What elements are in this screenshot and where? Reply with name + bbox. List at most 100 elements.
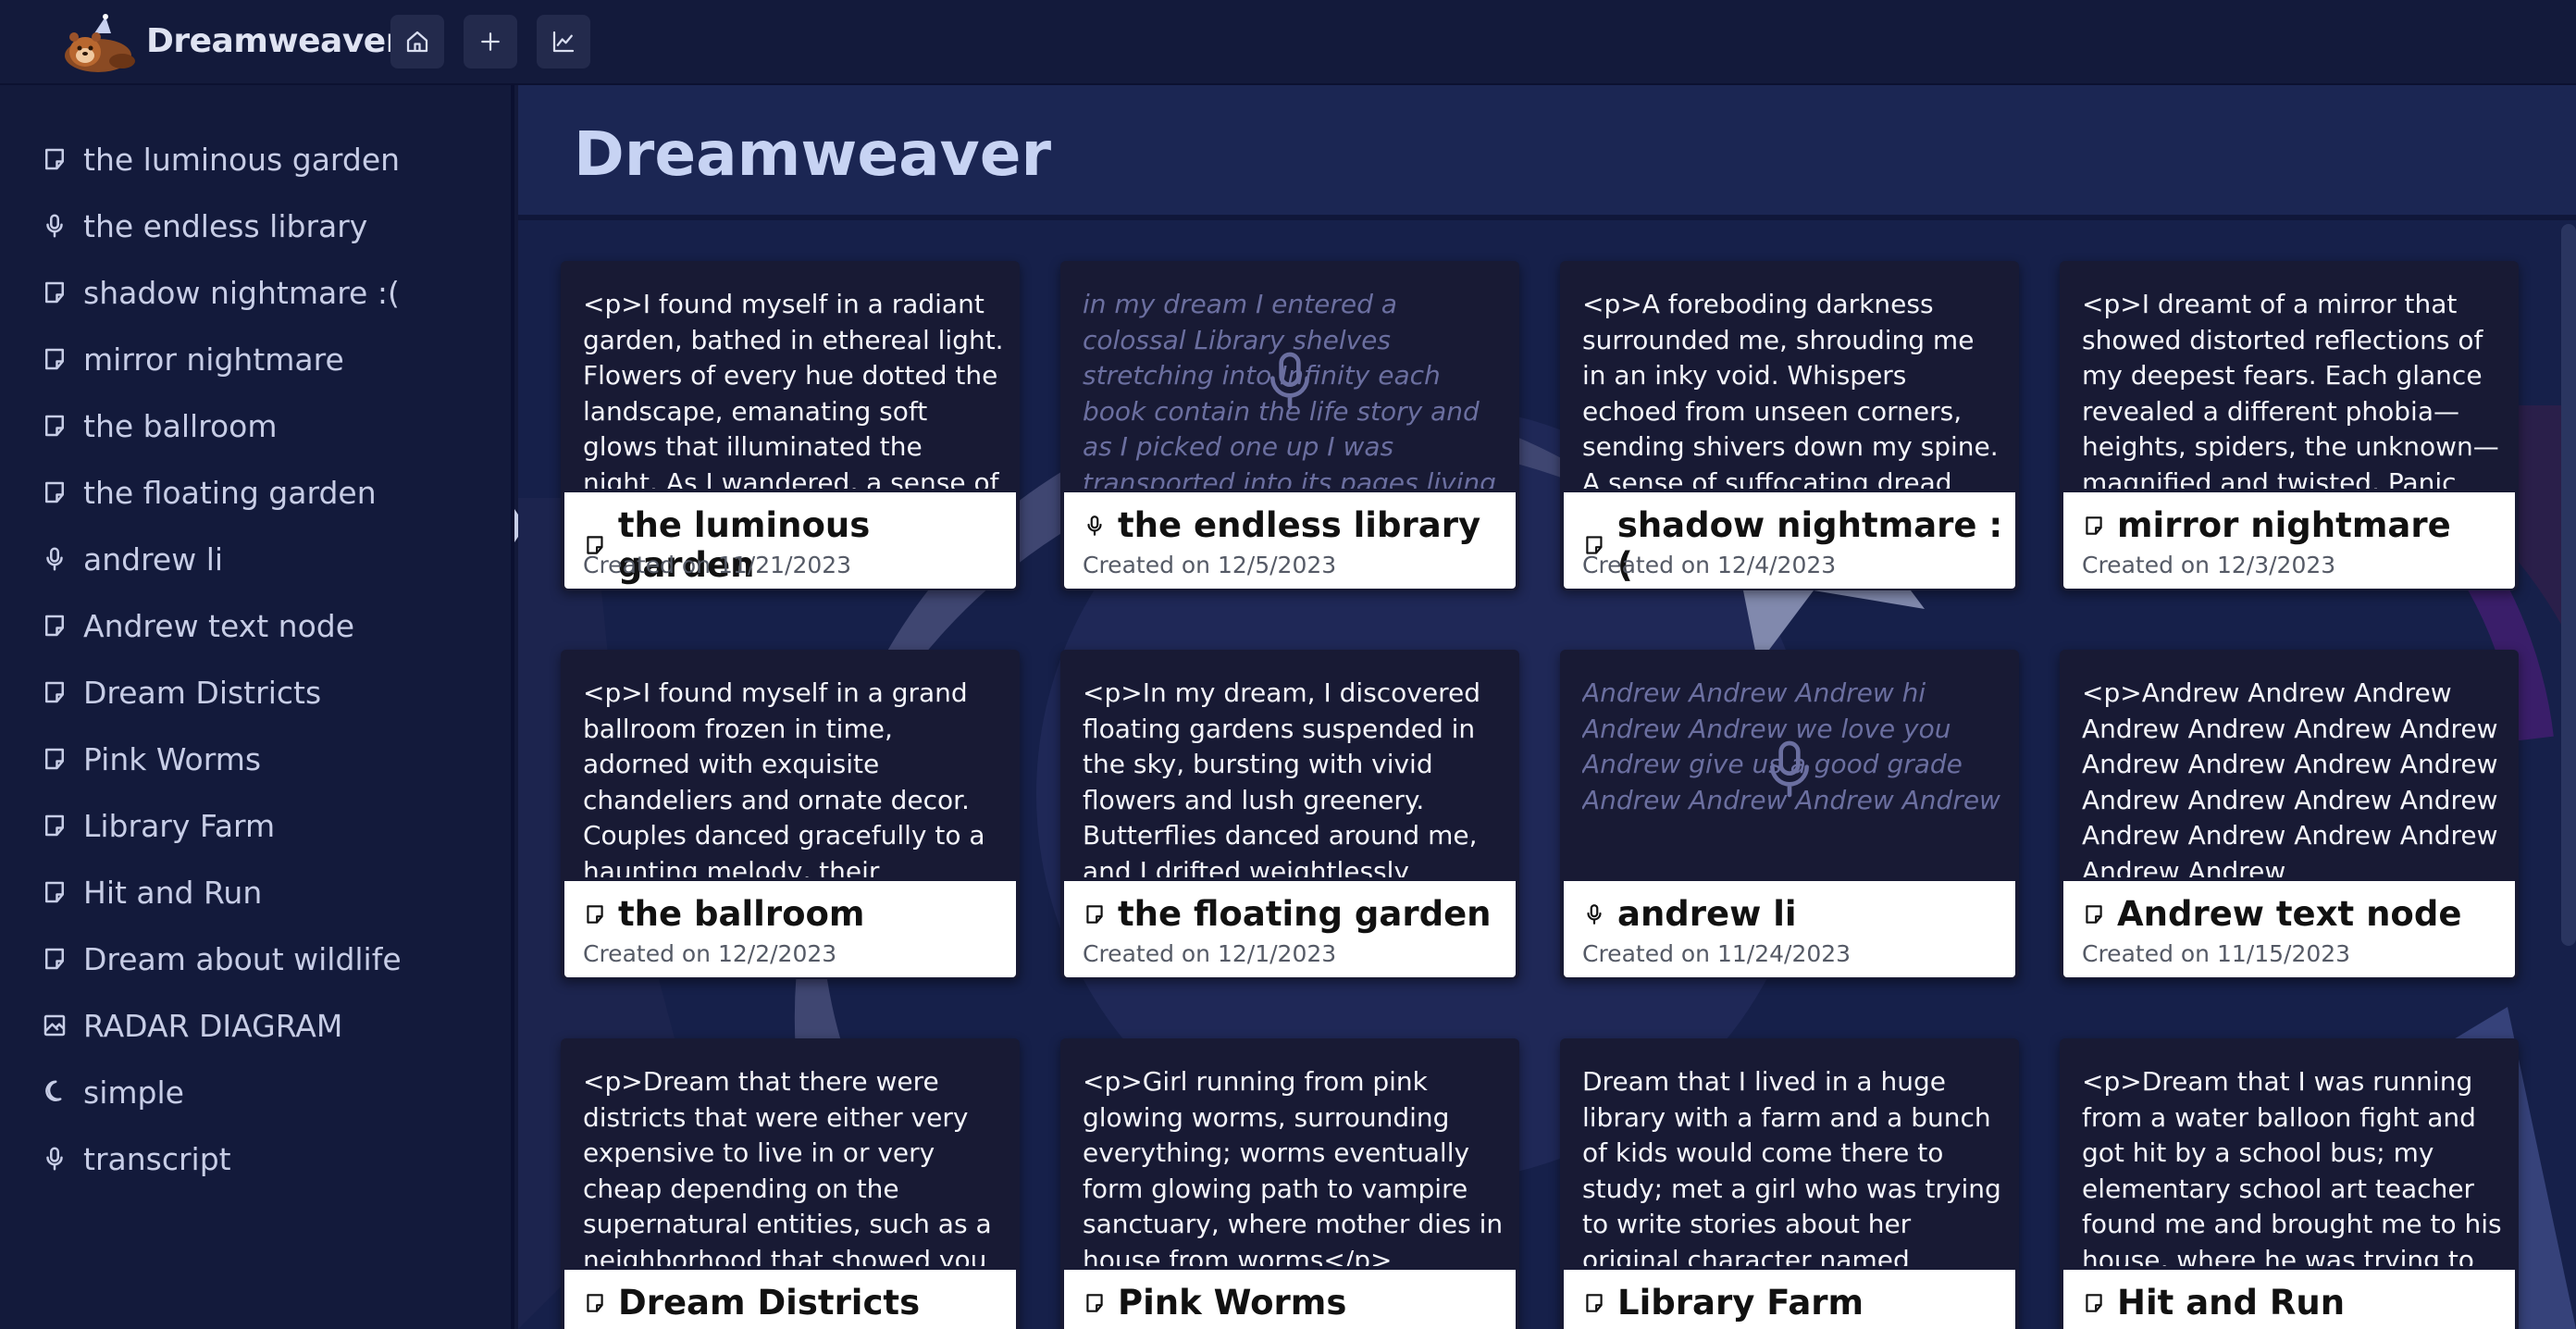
- card-title: the endless library: [1118, 505, 1481, 545]
- note-icon: [45, 281, 64, 304]
- card-title-row: the ballroom: [583, 894, 864, 934]
- app-name: Dreamweaver: [146, 22, 402, 60]
- dream-card[interactable]: <p>In my dream, I discovered floating ga…: [1060, 650, 1519, 979]
- card-created-date: Created on 11/24/2023: [1582, 940, 1852, 967]
- scrollbar[interactable]: [2561, 224, 2576, 946]
- card-created-date: Created on 11/15/2023: [2082, 940, 2351, 967]
- sidebar-item[interactable]: Library Farm: [41, 800, 485, 851]
- note-icon: [587, 904, 603, 924]
- sidebar-item-label: Hit and Run: [83, 874, 263, 911]
- sidebar-item[interactable]: Pink Worms: [41, 733, 485, 785]
- page-header: Dreamweaver: [518, 85, 2576, 220]
- sidebar-item-label: Pink Worms: [83, 740, 262, 777]
- card-preview-text: <p>I found myself in a grand ballroom fr…: [583, 677, 985, 877]
- card-footer: andrew li Created on 11/24/2023: [1564, 881, 2015, 977]
- add-dream-button[interactable]: [464, 15, 517, 68]
- card-created-date: Created on 12/1/2023: [1083, 940, 1337, 967]
- sidebar-item[interactable]: transcript: [41, 1133, 485, 1185]
- sidebar-item[interactable]: Hit and Run: [41, 866, 485, 918]
- mic-icon: [1087, 515, 1102, 536]
- note-icon: [45, 415, 64, 437]
- card-title: Andrew text node: [2117, 894, 2462, 934]
- card-title: Hit and Run: [2117, 1283, 2346, 1323]
- card-footer: mirror nightmare Created on 12/3/2023: [2063, 492, 2515, 589]
- note-icon: [45, 615, 64, 637]
- sidebar-item[interactable]: RADAR DIAGRAM: [41, 1000, 485, 1051]
- dream-card[interactable]: <p>Dream that there were districts that …: [561, 1038, 1020, 1329]
- beaver-logo[interactable]: [57, 13, 139, 74]
- sidebar-item-label: the floating garden: [83, 474, 377, 511]
- dream-card[interactable]: <p>A foreboding darkness surrounded me, …: [1560, 261, 2019, 590]
- card-preview-text: <p>In my dream, I discovered floating ga…: [1083, 677, 1480, 877]
- dream-card[interactable]: <p>Girl running from pink glowing worms,…: [1060, 1038, 1519, 1329]
- note-icon: [1586, 1293, 1603, 1312]
- sidebar-item[interactable]: Dream Districts: [41, 666, 485, 718]
- sidebar-item[interactable]: mirror nightmare: [41, 333, 485, 385]
- sidebar-item-label: Dream Districts: [83, 674, 322, 711]
- card-title-row: Hit and Run: [2082, 1283, 2345, 1323]
- home-button[interactable]: [390, 15, 444, 68]
- sidebar-item-label: mirror nightmare: [83, 341, 344, 378]
- top-bar: Dreamweaver: [0, 0, 2576, 85]
- card-title: Pink Worms: [1118, 1283, 1347, 1323]
- card-title-row: the floating garden: [1083, 894, 1492, 934]
- card-footer: the floating garden Created on 12/1/2023: [1064, 881, 1516, 977]
- card-footer: Dream Districts: [564, 1270, 1016, 1329]
- card-title: mirror nightmare: [2117, 505, 2451, 545]
- note-icon: [2086, 515, 2102, 535]
- dream-card[interactable]: <p>I found myself in a radiant garden, b…: [561, 261, 1020, 590]
- note-icon: [45, 881, 64, 903]
- card-title-row: Andrew text node: [2082, 894, 2461, 934]
- card-created-date: Created on 12/3/2023: [2082, 552, 2336, 578]
- card-footer: Hit and Run: [2063, 1270, 2515, 1329]
- card-title: the floating garden: [1118, 894, 1492, 934]
- sidebar-item[interactable]: the ballroom: [41, 400, 485, 452]
- sidebar-item[interactable]: shadow nightmare :(: [41, 267, 485, 318]
- sidebar-item-label: the ballroom: [83, 407, 278, 444]
- dream-card[interactable]: Andrew Andrew Andrew hi Andrew Andrew we…: [1560, 650, 2019, 979]
- note-icon: [45, 948, 64, 970]
- sidebar-item[interactable]: andrew li: [41, 533, 485, 585]
- card-preview-text: <p>Andrew Andrew Andrew Andrew Andrew An…: [2082, 677, 2498, 877]
- note-icon: [45, 681, 64, 703]
- dream-card[interactable]: <p>Andrew Andrew Andrew Andrew Andrew An…: [2060, 650, 2519, 979]
- card-footer: shadow nightmare :(Created on 12/4/2023: [1564, 492, 2015, 589]
- card-created-date: Created on 12/2/2023: [583, 940, 837, 967]
- sidebar-item[interactable]: Andrew text node: [41, 600, 485, 652]
- sidebar-item[interactable]: Dream about wildlife: [41, 933, 485, 985]
- card-preview-text: Dream that I lived in a huge library wit…: [1582, 1066, 2001, 1266]
- sidebar-item[interactable]: simple: [41, 1066, 485, 1118]
- sidebar-item-label: simple: [83, 1074, 184, 1111]
- note-icon: [1086, 904, 1103, 924]
- analytics-button[interactable]: [537, 15, 590, 68]
- sidebar-item-label: Library Farm: [83, 807, 276, 844]
- card-footer: Library Farm: [1564, 1270, 2015, 1329]
- note-icon: [45, 348, 64, 370]
- note-icon: [45, 148, 64, 170]
- plus-icon: [481, 32, 500, 51]
- dream-card[interactable]: <p>Dream that I was running from a water…: [2060, 1038, 2519, 1329]
- sidebar-item[interactable]: the floating garden: [41, 466, 485, 518]
- sidebar-item-label: RADAR DIAGRAM: [83, 1007, 343, 1044]
- card-title-row: the endless library: [1083, 505, 1480, 545]
- note-icon: [45, 481, 64, 503]
- note-icon: [1086, 1293, 1103, 1312]
- card-title-row: mirror nightmare: [2082, 505, 2451, 545]
- sidebar-item[interactable]: the endless library: [41, 200, 485, 252]
- card-title-row: Dream Districts: [583, 1283, 920, 1323]
- sidebar-item-label: transcript: [83, 1140, 231, 1177]
- card-created-date: Created on 11/21/2023: [583, 552, 852, 578]
- dream-card[interactable]: in my dream I entered a colossal Library…: [1060, 261, 1519, 590]
- card-preview-text: <p>I found myself in a radiant garden, b…: [583, 289, 1004, 489]
- card-preview-text: <p>Dream that there were districts that …: [583, 1066, 992, 1266]
- dream-card[interactable]: <p>I dreamt of a mirror that showed dist…: [2060, 261, 2519, 590]
- mic-icon: [1770, 740, 1809, 798]
- sidebar-item[interactable]: the luminous garden: [41, 133, 485, 185]
- card-title: the ballroom: [618, 894, 865, 934]
- dream-card[interactable]: Dream that I lived in a huge library wit…: [1560, 1038, 2019, 1329]
- card-title: andrew li: [1617, 894, 1797, 934]
- home-icon: [406, 31, 428, 53]
- card-preview-text: <p>I dreamt of a mirror that showed dist…: [2082, 289, 2499, 489]
- dream-card[interactable]: <p>I found myself in a grand ballroom fr…: [561, 650, 1020, 979]
- card-title: Library Farm: [1617, 1283, 1864, 1323]
